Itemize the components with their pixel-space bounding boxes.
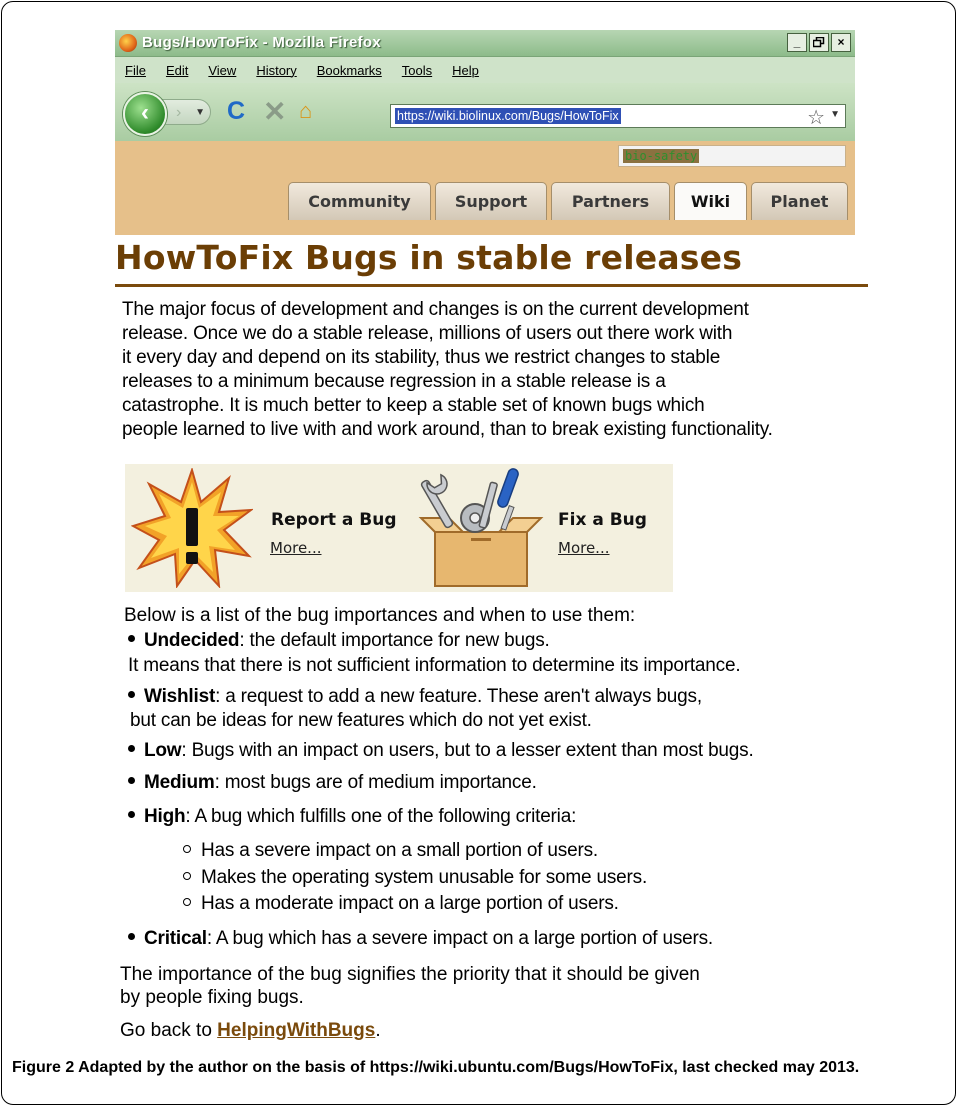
- menu-history[interactable]: History: [256, 63, 296, 78]
- list-item: Critical: A bug which has a severe impac…: [128, 928, 713, 950]
- site-nav-tabs: Community Support Partners Wiki Planet: [288, 182, 848, 220]
- home-icon[interactable]: ⌂: [299, 98, 312, 124]
- bug-actions-banner: Report a Bug More... Fix a Bug More...: [125, 464, 673, 592]
- warning-burst-icon: [131, 468, 253, 588]
- go-back-suffix: .: [375, 1020, 381, 1041]
- importance-desc: : Bugs with an impact on users, but to a…: [181, 740, 754, 761]
- bullet-icon: [128, 933, 135, 941]
- back-button[interactable]: ‹: [123, 92, 167, 136]
- closing-paragraph: The importance of the bug signifies the …: [120, 963, 820, 1009]
- tab-planet[interactable]: Planet: [751, 182, 848, 220]
- importance-desc: : a request to add a new feature. These …: [215, 686, 702, 707]
- figure-caption: Figure 2 Adapted by the author on the ba…: [12, 1057, 942, 1078]
- circle-bullet-icon: [183, 844, 191, 853]
- site-search-input[interactable]: bio-safety: [618, 145, 846, 167]
- report-bug-label: Report a Bug: [271, 510, 397, 530]
- maximize-button[interactable]: [809, 33, 829, 52]
- go-back-prefix: Go back to: [120, 1020, 218, 1041]
- menu-file[interactable]: File: [125, 63, 146, 78]
- page-title: HowToFix Bugs in stable releases: [115, 238, 743, 277]
- importance-desc: : A bug which has a severe impact on a l…: [206, 928, 714, 949]
- bullet-icon: [128, 811, 135, 819]
- intro-line: The major focus of development and chang…: [122, 299, 749, 320]
- list-item: Undecided: the default importance for ne…: [128, 630, 550, 652]
- menu-edit[interactable]: Edit: [166, 63, 188, 78]
- importance-desc: : A bug which fulfills one of the follow…: [185, 806, 577, 827]
- list-item: High: A bug which fulfills one of the fo…: [128, 806, 576, 828]
- sub-list-item: Has a severe impact on a small portion o…: [183, 840, 598, 862]
- navigation-toolbar: › ▼ ‹ C ✕ ⌂ https://wiki.biolinux.com/Bug…: [115, 83, 855, 141]
- menu-view[interactable]: View: [208, 63, 236, 78]
- tab-wiki[interactable]: Wiki: [674, 182, 747, 220]
- bullet-icon: [128, 777, 135, 785]
- tab-partners[interactable]: Partners: [551, 182, 670, 220]
- go-back-line: Go back to HelpingWithBugs.: [120, 1020, 381, 1042]
- list-item-continuation: It means that there is not sufficient in…: [128, 655, 741, 676]
- criterion-text: Has a moderate impact on a large portion…: [201, 893, 619, 914]
- intro-line: releases to a minimum because regression…: [122, 371, 666, 392]
- menu-bookmarks[interactable]: Bookmarks: [317, 63, 382, 78]
- menu-help[interactable]: Help: [452, 63, 479, 78]
- list-intro: Below is a list of the bug importances a…: [124, 605, 636, 626]
- stop-icon[interactable]: ✕: [263, 95, 286, 128]
- importance-name: Undecided: [144, 630, 240, 651]
- closing-line: by people fixing bugs.: [120, 987, 304, 1008]
- minimize-button[interactable]: _: [787, 33, 807, 52]
- list-item: Low: Bugs with an impact on users, but t…: [128, 740, 754, 762]
- caption-text: Figure 2 Adapted by the author on the ba…: [12, 1059, 860, 1076]
- history-dropdown-icon[interactable]: ▼: [195, 100, 205, 126]
- fix-bug-label: Fix a Bug: [558, 510, 647, 530]
- menu-bar: File Edit View History Bookmarks Tools H…: [115, 57, 855, 83]
- window-buttons: _ ×: [787, 33, 851, 52]
- sub-list-item: Has a moderate impact on a large portion…: [183, 893, 619, 915]
- intro-line: catastrophe. It is much better to keep a…: [122, 395, 705, 416]
- intro-line: it every day and depend on its stability…: [122, 347, 721, 368]
- criterion-text: Has a severe impact on a small portion o…: [201, 840, 598, 861]
- importance-desc: : the default importance for new bugs.: [239, 630, 550, 651]
- importance-name: Critical: [144, 928, 207, 949]
- intro-line: release. Once we do a stable release, mi…: [122, 323, 733, 344]
- criterion-text: Makes the operating system unusable for …: [201, 867, 648, 888]
- closing-line: The importance of the bug signifies the …: [120, 964, 700, 985]
- circle-bullet-icon: [183, 897, 191, 906]
- bullet-icon: [128, 745, 135, 753]
- bullet-icon: [128, 635, 135, 643]
- list-item: Medium: most bugs are of medium importan…: [128, 772, 537, 794]
- reload-icon[interactable]: C: [227, 97, 245, 126]
- close-button[interactable]: ×: [831, 33, 851, 52]
- firefox-icon: [119, 34, 137, 52]
- importance-name: Wishlist: [144, 686, 216, 707]
- importance-name: Low: [144, 740, 182, 761]
- importance-name: Medium: [144, 772, 215, 793]
- tab-support[interactable]: Support: [435, 182, 547, 220]
- tab-community[interactable]: Community: [288, 182, 431, 220]
- intro-paragraph: The major focus of development and chang…: [122, 298, 872, 442]
- fix-bug-more-link[interactable]: More...: [558, 539, 610, 557]
- report-bug-more-link[interactable]: More...: [270, 539, 322, 557]
- bookmark-star-icon[interactable]: ☆: [807, 105, 825, 130]
- menu-tools[interactable]: Tools: [402, 63, 432, 78]
- page-header-strip: [115, 220, 855, 235]
- circle-bullet-icon: [183, 871, 191, 880]
- search-value: bio-safety: [623, 149, 700, 163]
- list-item: Wishlist: a request to add a new feature…: [128, 686, 702, 708]
- title-underline: [115, 284, 868, 287]
- importance-desc: : most bugs are of medium importance.: [214, 772, 537, 793]
- maximize-icon: [812, 37, 825, 48]
- bullet-icon: [128, 691, 135, 699]
- helping-with-bugs-link[interactable]: HelpingWithBugs: [217, 1020, 375, 1041]
- title-bar[interactable]: Bugs/HowToFix - Mozilla Firefox _ ×: [115, 30, 855, 57]
- sub-list-item: Makes the operating system unusable for …: [183, 867, 647, 889]
- url-text[interactable]: https://wiki.biolinux.com/Bugs/HowToFix: [395, 108, 621, 124]
- list-item-continuation: but can be ideas for new features which …: [130, 710, 592, 731]
- toolbox-icon: [418, 468, 544, 587]
- url-dropdown-icon[interactable]: ▼: [830, 109, 840, 120]
- intro-line: people learned to live with and work aro…: [122, 419, 773, 440]
- importance-name: High: [144, 806, 186, 827]
- window-title: Bugs/HowToFix - Mozilla Firefox: [142, 34, 382, 51]
- address-bar[interactable]: https://wiki.biolinux.com/Bugs/HowToFix …: [390, 104, 846, 130]
